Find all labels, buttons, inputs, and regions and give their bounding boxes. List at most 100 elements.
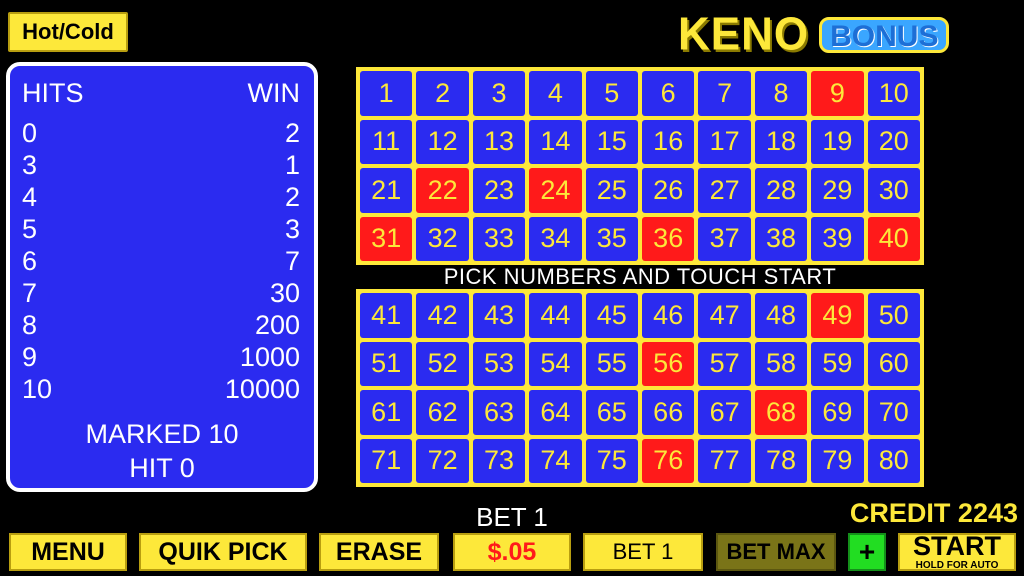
number-cell-66[interactable]: 66 (642, 390, 695, 435)
paytable-hits: 6 (22, 246, 38, 276)
paytable-header: HITS WIN (22, 78, 300, 109)
bet-one-button[interactable]: BET 1 (583, 533, 703, 571)
number-cell-30[interactable]: 30 (867, 168, 920, 213)
number-cell-14[interactable]: 14 (529, 119, 582, 164)
paytable-rows: 0 2 3 1 4 2 5 3 6 7 7 30 8 200 9 1000 10 10000 (22, 117, 300, 405)
number-cell-24[interactable]: 24 (529, 168, 582, 213)
number-cell-48[interactable]: 48 (754, 293, 808, 338)
erase-button[interactable]: ERASE (319, 533, 439, 571)
bet-display: BET 1 (476, 502, 548, 532)
number-cell-36[interactable]: 36 (642, 216, 695, 261)
number-cell-19[interactable]: 19 (811, 119, 864, 164)
number-cell-76[interactable]: 76 (642, 438, 695, 483)
number-cell-43[interactable]: 43 (472, 293, 526, 338)
number-cell-44[interactable]: 44 (529, 293, 582, 338)
number-cell-41[interactable]: 41 (360, 293, 413, 338)
number-cell-55[interactable]: 55 (585, 341, 638, 386)
number-cell-57[interactable]: 57 (698, 341, 751, 386)
paytable-row: 10 10000 (22, 373, 300, 405)
number-cell-4[interactable]: 4 (529, 71, 582, 116)
number-cell-49[interactable]: 49 (811, 293, 864, 338)
paytable-row: 02 (22, 117, 300, 149)
number-cell-64[interactable]: 64 (529, 390, 582, 435)
paytable-hits: 3 (22, 150, 38, 180)
number-cell-37[interactable]: 37 (698, 216, 751, 261)
number-cell-26[interactable]: 26 (642, 168, 695, 213)
number-cell-79[interactable]: 79 (811, 438, 864, 483)
number-cell-73[interactable]: 73 (472, 438, 526, 483)
number-cell-78[interactable]: 78 (754, 438, 808, 483)
number-cell-52[interactable]: 52 (416, 341, 469, 386)
number-cell-29[interactable]: 29 (811, 168, 864, 213)
number-cell-5[interactable]: 5 (585, 71, 638, 116)
marked-count: MARKED 10 (85, 419, 239, 449)
number-cell-53[interactable]: 53 (472, 341, 526, 386)
number-cell-68[interactable]: 68 (754, 390, 808, 435)
number-cell-9[interactable]: 9 (811, 71, 864, 116)
number-cell-72[interactable]: 72 (416, 438, 469, 483)
number-cell-45[interactable]: 45 (585, 293, 638, 338)
number-cell-20[interactable]: 20 (867, 119, 920, 164)
bet-max-button[interactable]: BET MAX (716, 533, 836, 571)
number-cell-16[interactable]: 16 (642, 119, 695, 164)
menu-button[interactable]: MENU (9, 533, 127, 571)
number-cell-50[interactable]: 50 (867, 293, 920, 338)
number-cell-61[interactable]: 61 (360, 390, 413, 435)
number-cell-32[interactable]: 32 (416, 216, 469, 261)
number-cell-34[interactable]: 34 (529, 216, 582, 261)
number-cell-46[interactable]: 46 (642, 293, 695, 338)
number-cell-51[interactable]: 51 (360, 341, 413, 386)
number-cell-80[interactable]: 80 (867, 438, 920, 483)
number-cell-23[interactable]: 23 (472, 168, 526, 213)
number-cell-2[interactable]: 2 (416, 71, 469, 116)
number-cell-40[interactable]: 40 (867, 216, 920, 261)
number-cell-38[interactable]: 38 (754, 216, 808, 261)
number-cell-59[interactable]: 59 (811, 341, 864, 386)
number-cell-69[interactable]: 69 (811, 390, 864, 435)
plus-button[interactable]: + (848, 533, 886, 571)
number-cell-35[interactable]: 35 (585, 216, 638, 261)
number-cell-60[interactable]: 60 (867, 341, 920, 386)
number-cell-11[interactable]: 11 (360, 119, 413, 164)
number-cell-42[interactable]: 42 (416, 293, 469, 338)
number-cell-1[interactable]: 1 (360, 71, 413, 116)
number-cell-63[interactable]: 63 (472, 390, 526, 435)
hot-cold-button[interactable]: Hot/Cold (8, 12, 128, 52)
number-cell-56[interactable]: 56 (642, 341, 695, 386)
number-cell-7[interactable]: 7 (698, 71, 751, 116)
number-cell-18[interactable]: 18 (754, 119, 808, 164)
number-cell-12[interactable]: 12 (416, 119, 469, 164)
start-button[interactable]: START HOLD FOR AUTO (898, 533, 1016, 571)
number-cell-25[interactable]: 25 (585, 168, 638, 213)
number-cell-17[interactable]: 17 (698, 119, 751, 164)
number-cell-65[interactable]: 65 (585, 390, 638, 435)
number-cell-47[interactable]: 47 (698, 293, 751, 338)
number-cell-77[interactable]: 77 (698, 438, 751, 483)
number-cell-58[interactable]: 58 (754, 341, 808, 386)
number-cell-27[interactable]: 27 (698, 168, 751, 213)
number-cell-62[interactable]: 62 (416, 390, 469, 435)
number-cell-8[interactable]: 8 (754, 71, 808, 116)
number-cell-3[interactable]: 3 (472, 71, 526, 116)
number-cell-54[interactable]: 54 (529, 341, 582, 386)
denomination-button[interactable]: $.05 (453, 533, 571, 571)
paytable-win: 1 (284, 150, 300, 180)
number-cell-75[interactable]: 75 (585, 438, 638, 483)
number-cell-21[interactable]: 21 (360, 168, 413, 213)
paytable-hits: 7 (22, 278, 38, 308)
number-cell-71[interactable]: 71 (360, 438, 413, 483)
number-cell-15[interactable]: 15 (585, 119, 638, 164)
quik-pick-button[interactable]: QUIK PICK (139, 533, 307, 571)
number-cell-10[interactable]: 10 (867, 71, 920, 116)
number-cell-33[interactable]: 33 (472, 216, 526, 261)
number-cell-39[interactable]: 39 (811, 216, 864, 261)
number-cell-22[interactable]: 22 (416, 168, 469, 213)
number-cell-31[interactable]: 31 (360, 216, 413, 261)
number-cell-67[interactable]: 67 (698, 390, 751, 435)
number-cell-74[interactable]: 74 (529, 438, 582, 483)
number-cell-6[interactable]: 6 (642, 71, 695, 116)
number-cell-70[interactable]: 70 (867, 390, 920, 435)
number-cell-28[interactable]: 28 (754, 168, 808, 213)
paytable-win: 1000 (239, 342, 300, 372)
number-cell-13[interactable]: 13 (472, 119, 526, 164)
